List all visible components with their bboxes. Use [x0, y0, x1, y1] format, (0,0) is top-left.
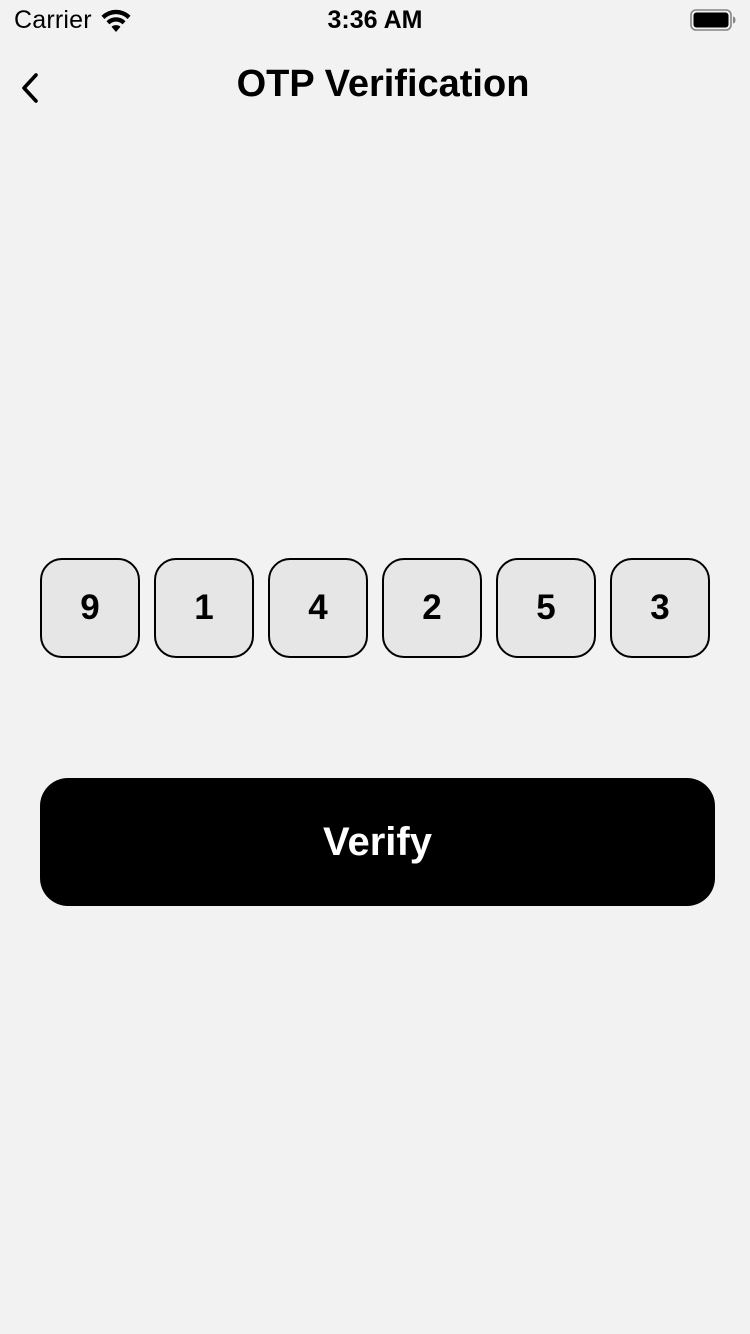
otp-digit-4[interactable]: 2: [382, 558, 482, 658]
otp-digit-5[interactable]: 5: [496, 558, 596, 658]
navigation-bar: OTP Verification: [0, 52, 750, 122]
otp-digit-2[interactable]: 1: [154, 558, 254, 658]
otp-digit-1[interactable]: 9: [40, 558, 140, 658]
verify-button[interactable]: Verify: [40, 778, 715, 906]
verify-button-label: Verify: [323, 819, 432, 864]
status-time: 3:36 AM: [327, 6, 423, 34]
page-title: OTP Verification: [236, 63, 530, 105]
otp-digit-6[interactable]: 3: [610, 558, 710, 658]
battery-icon: [690, 9, 736, 31]
otp-input-group: 9 1 4 2 5 3: [40, 558, 710, 658]
status-bar: Carrier 3:36 AM: [0, 0, 750, 40]
otp-digit-3[interactable]: 4: [268, 558, 368, 658]
